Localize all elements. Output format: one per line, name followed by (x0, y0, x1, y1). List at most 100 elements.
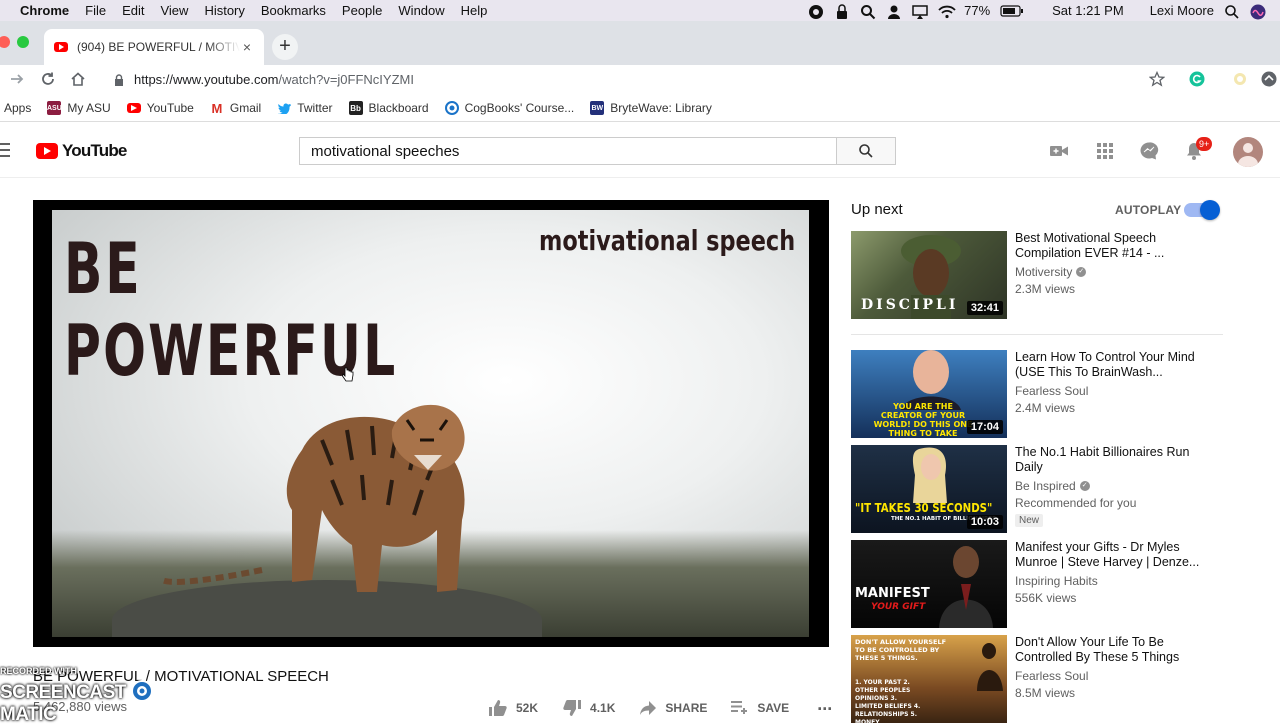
extension-icon[interactable] (1229, 68, 1251, 90)
bookmark-youtube[interactable]: YouTube (119, 101, 202, 115)
brytewave-icon: BW (590, 101, 605, 115)
menu-hamburger-icon[interactable] (0, 143, 10, 157)
create-video-icon[interactable] (1049, 141, 1069, 161)
menu-people[interactable]: People (334, 3, 390, 18)
wifi-icon[interactable] (938, 4, 956, 18)
window-close-button[interactable] (0, 36, 10, 48)
more-actions-button[interactable]: ... (817, 694, 832, 715)
verified-check-icon: ✓ (1079, 481, 1090, 491)
search-button[interactable] (836, 137, 896, 165)
forward-arrow-icon[interactable] (6, 68, 28, 90)
recommended-video[interactable]: DON'T ALLOW YOURSELF TO BE CONTROLLED BY… (851, 635, 1231, 723)
video-info: Learn How To Control Your Mind (USE This… (1007, 350, 1207, 438)
grammarly-extension-icon[interactable] (1186, 68, 1208, 90)
menu-app-chrome[interactable]: Chrome (18, 3, 77, 18)
menu-window[interactable]: Window (390, 3, 452, 18)
channel-name[interactable]: Motiversity ✓ (1015, 265, 1207, 279)
menu-file[interactable]: File (77, 3, 114, 18)
video-thumbnail[interactable]: "IT TAKES 30 SECONDS" THE NO.1 HABIT OF … (851, 445, 1007, 533)
bookmark-star-icon[interactable] (1146, 68, 1168, 90)
channel-name[interactable]: Be Inspired ✓ (1015, 479, 1207, 493)
menu-edit[interactable]: Edit (114, 3, 152, 18)
siri-icon[interactable] (1250, 4, 1266, 19)
channel-name[interactable]: Inspiring Habits (1015, 574, 1207, 588)
menu-history[interactable]: History (196, 3, 252, 18)
share-arrow-icon (640, 701, 657, 715)
browser-tab-active[interactable]: (904) BE POWERFUL / MOTIVATIONAL SPEECH … (44, 29, 264, 65)
more-dots-icon: ... (817, 693, 833, 714)
thumbnail-list: 1. YOUR PAST 2. OTHER PEOPLES OPINIONS 3… (855, 679, 921, 723)
battery-icon[interactable] (1000, 4, 1024, 18)
channel-label: Inspiring Habits (1015, 574, 1098, 588)
bookmark-cogbooks[interactable]: CogBooks' Course... (437, 101, 583, 115)
airplay-icon[interactable] (912, 4, 928, 19)
home-icon[interactable] (67, 68, 89, 90)
video-thumbnail[interactable]: YOU ARE THE CREATOR OF YOUR WORLD! DO TH… (851, 350, 1007, 438)
bookmark-gmail[interactable]: M Gmail (202, 101, 269, 116)
video-player[interactable]: BE POWERFUL motivational speech (33, 200, 829, 647)
silhouette-image (977, 643, 1003, 691)
video-views: 8.5M views (1015, 686, 1076, 700)
video-frame[interactable]: BE POWERFUL motivational speech (52, 210, 809, 637)
menu-help[interactable]: Help (453, 3, 496, 18)
messages-icon[interactable] (1139, 141, 1159, 161)
secure-lock-icon[interactable] (114, 74, 124, 86)
user-status-icon[interactable] (886, 4, 902, 19)
profile-menu-icon[interactable] (1258, 68, 1280, 90)
search-input[interactable]: motivational speeches (299, 137, 837, 165)
bookmark-blackboard[interactable]: Bb Blackboard (341, 101, 437, 115)
video-title[interactable]: Best Motivational Speech Compilation EVE… (1015, 231, 1207, 261)
bookmark-label: Blackboard (368, 101, 429, 115)
watermark-brand-right: MATIC (0, 704, 57, 725)
new-tab-button[interactable]: + (272, 34, 298, 60)
menu-bookmarks[interactable]: Bookmarks (253, 3, 334, 18)
bookmark-brytewave[interactable]: BW BryteWave: Library (582, 101, 720, 115)
bookmark-twitter[interactable]: Twitter (269, 101, 340, 115)
asu-icon: ASU (47, 101, 62, 115)
recommended-video[interactable]: DISCIPLI 32:41 Best Motivational Speech … (851, 231, 1231, 319)
save-label: SAVE (757, 701, 790, 715)
lock-status-icon[interactable] (834, 3, 850, 19)
bookmark-my-asu[interactable]: ASU My ASU (39, 101, 118, 115)
channel-label: Motiversity (1015, 265, 1073, 279)
save-button[interactable]: SAVE (731, 701, 789, 715)
share-button[interactable]: SHARE (639, 700, 707, 716)
video-thumbnail[interactable]: DON'T ALLOW YOURSELF TO BE CONTROLLED BY… (851, 635, 1007, 723)
tab-close-icon[interactable]: × (240, 39, 254, 55)
video-title[interactable]: Manifest your Gifts - Dr Myles Munroe | … (1015, 540, 1207, 570)
sync-status-icon[interactable] (808, 4, 824, 19)
channel-name[interactable]: Fearless Soul (1015, 384, 1207, 398)
window-zoom-button[interactable] (17, 36, 29, 48)
bookmark-apps[interactable]: Apps (0, 101, 39, 115)
video-info: Don't Allow Your Life To Be Controlled B… (1007, 635, 1207, 723)
address-bar[interactable]: https://www.youtube.com/watch?v=j0FFNcIY… (100, 65, 1178, 93)
video-info: The No.1 Habit Billionaires Run Daily Be… (1007, 445, 1207, 533)
video-title[interactable]: Learn How To Control Your Mind (USE This… (1015, 350, 1207, 380)
thumbnail-subtext: YOUR GIFT (871, 602, 926, 612)
man-portrait-image (901, 350, 961, 410)
spotlight-icon[interactable] (1224, 4, 1240, 19)
menu-view[interactable]: View (152, 3, 196, 18)
dislike-button[interactable]: 4.1K (562, 699, 615, 717)
youtube-logo[interactable]: YouTube (36, 141, 127, 161)
video-title[interactable]: Don't Allow Your Life To Be Controlled B… (1015, 635, 1207, 665)
speaker-portrait-image (939, 546, 993, 628)
menu-clock[interactable]: Sat 1:21 PM (1052, 3, 1124, 18)
like-button[interactable]: 52K (488, 699, 538, 717)
toggle-knob[interactable] (1200, 200, 1220, 220)
apps-grid-icon[interactable] (1095, 141, 1115, 161)
bookmark-label: Gmail (229, 101, 262, 115)
video-thumbnail[interactable]: DISCIPLI 32:41 (851, 231, 1007, 319)
autoplay-toggle[interactable] (1184, 200, 1220, 220)
recommended-video[interactable]: YOU ARE THE CREATOR OF YOUR WORLD! DO TH… (851, 350, 1231, 438)
video-title[interactable]: The No.1 Habit Billionaires Run Daily (1015, 445, 1207, 475)
account-avatar[interactable] (1233, 137, 1263, 167)
recommended-video[interactable]: MANIFEST YOUR GIFT Manifest your Gifts -… (851, 540, 1231, 628)
search-status-icon[interactable] (860, 4, 876, 19)
recommended-video[interactable]: "IT TAKES 30 SECONDS" THE NO.1 HABIT OF … (851, 445, 1231, 533)
channel-name[interactable]: Fearless Soul (1015, 669, 1207, 683)
reload-icon[interactable] (37, 68, 59, 90)
menu-user-name[interactable]: Lexi Moore (1150, 3, 1214, 18)
thumbs-up-icon (489, 700, 507, 716)
video-thumbnail[interactable]: MANIFEST YOUR GIFT (851, 540, 1007, 628)
